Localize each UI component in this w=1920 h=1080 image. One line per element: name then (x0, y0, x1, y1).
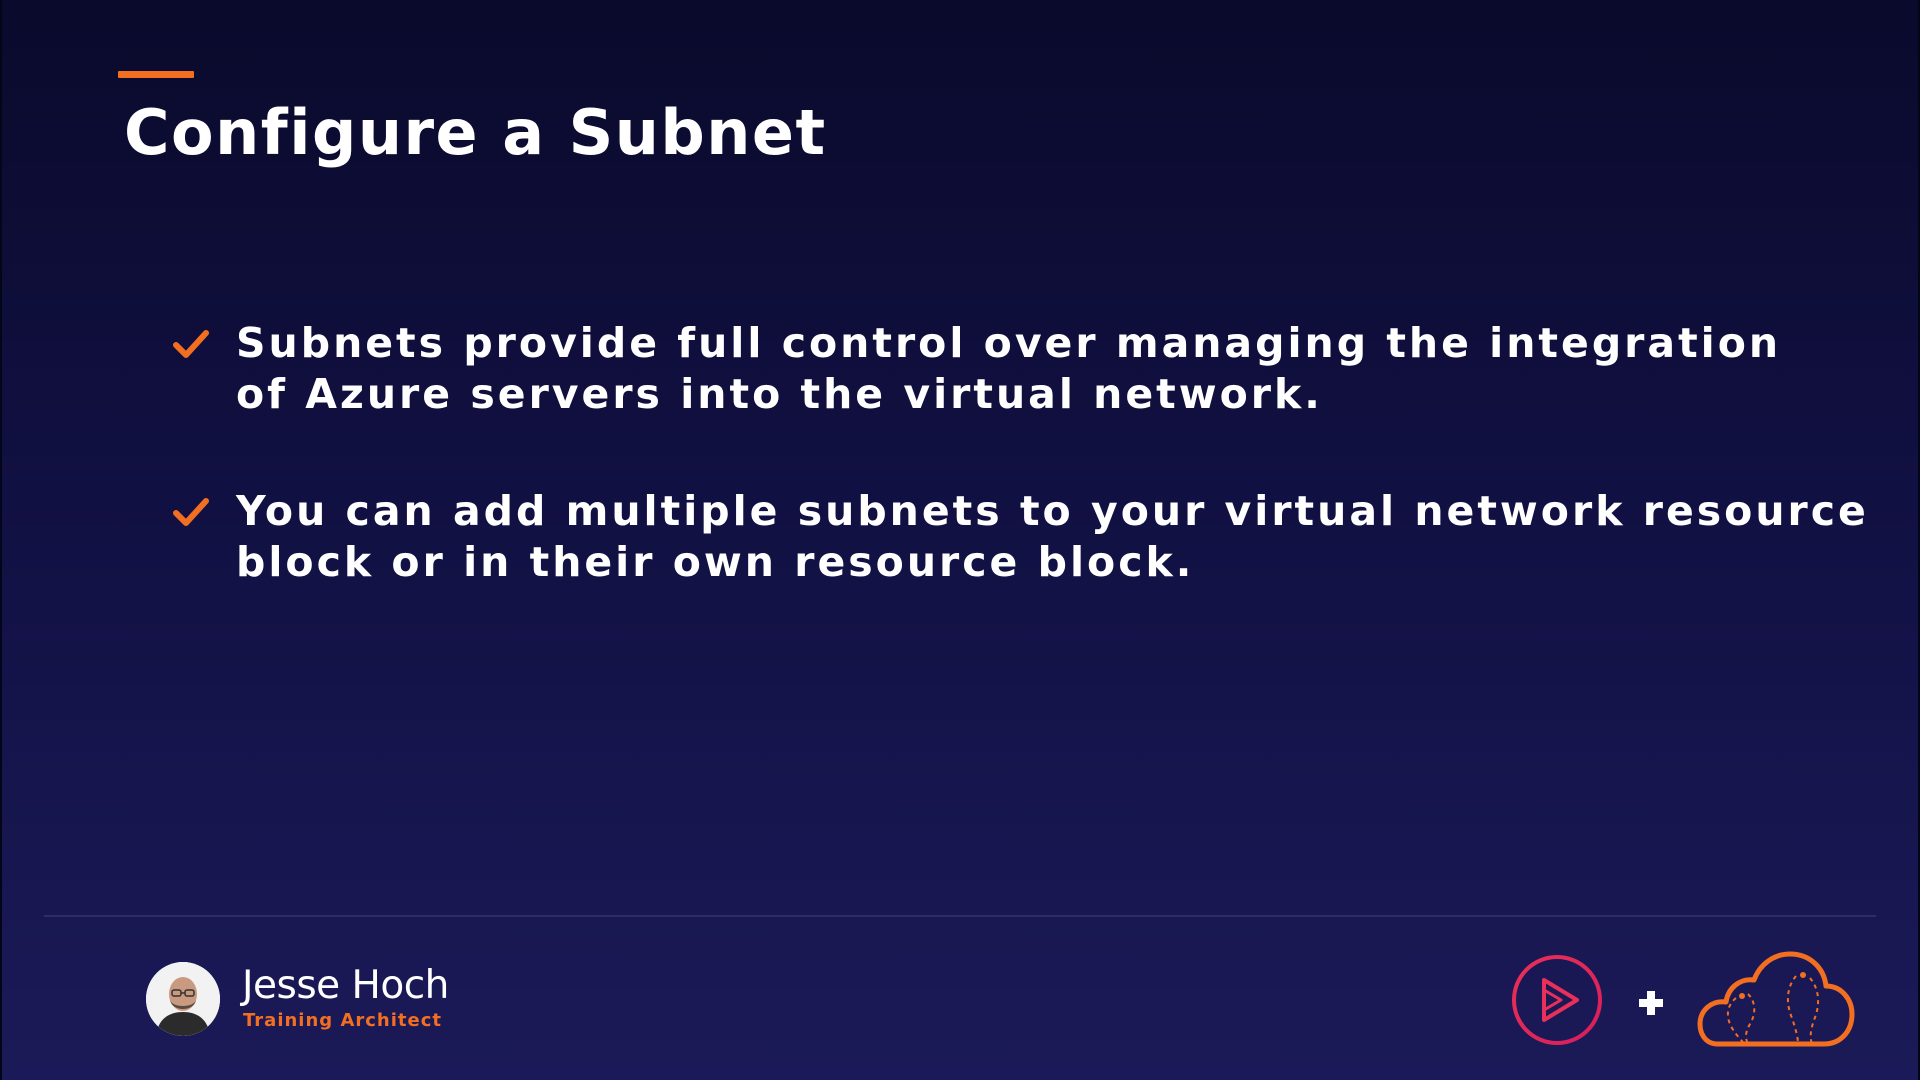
slide-title: Configure a Subnet (124, 96, 827, 169)
bullet-text: Subnets provide full control over managi… (236, 318, 1782, 420)
bullet-line: of Azure servers into the virtual networ… (236, 370, 1323, 418)
title-accent-bar (118, 71, 194, 78)
bullet-line: You can add multiple subnets to your vir… (236, 487, 1869, 535)
cloud-logo-icon (1697, 951, 1855, 1047)
check-icon (173, 498, 209, 526)
bullet-text: You can add multiple subnets to your vir… (236, 486, 1869, 588)
bullet-list: Subnets provide full control over managi… (168, 318, 1869, 654)
presenter-role: Training Architect (243, 1010, 442, 1031)
presenter-avatar (146, 962, 220, 1036)
bullet-line: Subnets provide full control over managi… (236, 319, 1782, 367)
footer-divider (44, 915, 1876, 917)
plus-icon (1639, 991, 1663, 1015)
bullet-item: Subnets provide full control over managi… (168, 318, 1782, 420)
presenter-photo (146, 962, 220, 1036)
bullet-line: block or in their own resource block. (236, 538, 1195, 586)
bullet-item: You can add multiple subnets to your vir… (168, 486, 1869, 588)
play-logo-icon (1512, 955, 1602, 1045)
presenter-name: Jesse Hoch (242, 963, 449, 1008)
check-icon (173, 330, 209, 358)
